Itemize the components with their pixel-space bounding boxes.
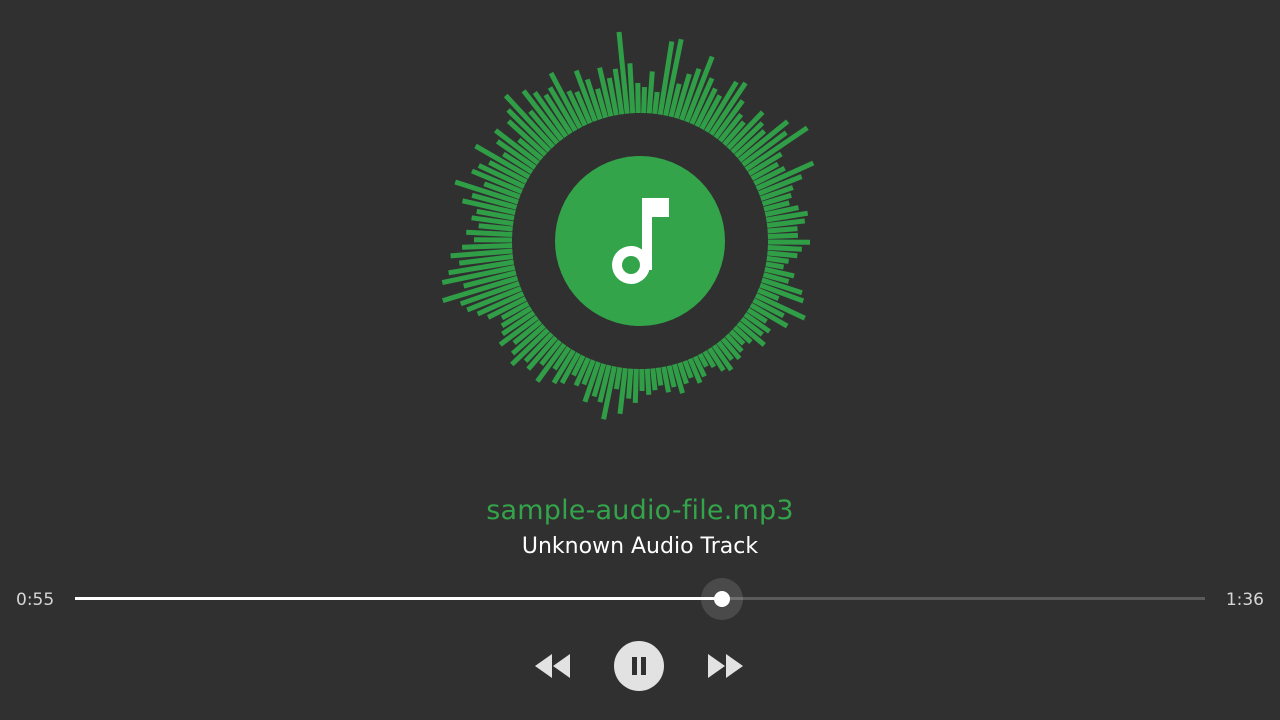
- visualizer-bar: [450, 248, 513, 259]
- visualizer-bar: [767, 226, 798, 234]
- fast-forward-button[interactable]: [706, 652, 746, 680]
- rewind-icon: [535, 654, 570, 678]
- visualizer-bar: [765, 261, 785, 270]
- visualizer-bar: [613, 367, 623, 390]
- visualizer-bar: [641, 87, 647, 114]
- visualizer-bar: [478, 223, 513, 232]
- visualizer-bar: [632, 368, 639, 403]
- visualizer-bar: [766, 218, 806, 228]
- fast-forward-icon: [708, 654, 743, 678]
- pause-icon: [632, 657, 646, 675]
- visualizer-bar: [767, 245, 802, 252]
- playback-controls: [0, 640, 1280, 692]
- visualizer-bar: [650, 368, 658, 391]
- visualizer-bar: [626, 368, 634, 399]
- visualizer-bar: [767, 250, 798, 259]
- visualizer-bar: [655, 367, 664, 386]
- rewind-button[interactable]: [532, 652, 572, 680]
- visualizer-bar: [766, 255, 789, 264]
- elapsed-time: 0:55: [16, 590, 55, 610]
- visualizer-bar: [767, 232, 798, 239]
- visualizer-bar: [627, 63, 636, 114]
- seek-progress: [75, 597, 723, 600]
- visualizer-bar: [644, 368, 652, 395]
- audio-visualizer: [441, 31, 815, 420]
- visualizer-bar: [652, 91, 660, 115]
- track-file-name: sample-audio-file.mp3: [486, 495, 794, 526]
- total-duration: 1:36: [1225, 590, 1264, 610]
- seek-bar[interactable]: [75, 578, 1205, 620]
- visualizer-bar: [646, 71, 655, 114]
- audio-player: sample-audio-file.mp3 Unknown Audio Trac…: [0, 0, 1280, 720]
- album-art: [555, 156, 725, 326]
- visualizer-bar: [462, 243, 513, 250]
- visualizer-bar: [466, 229, 513, 237]
- track-artist: Unknown Audio Track: [521, 534, 759, 559]
- pause-button[interactable]: [614, 641, 664, 691]
